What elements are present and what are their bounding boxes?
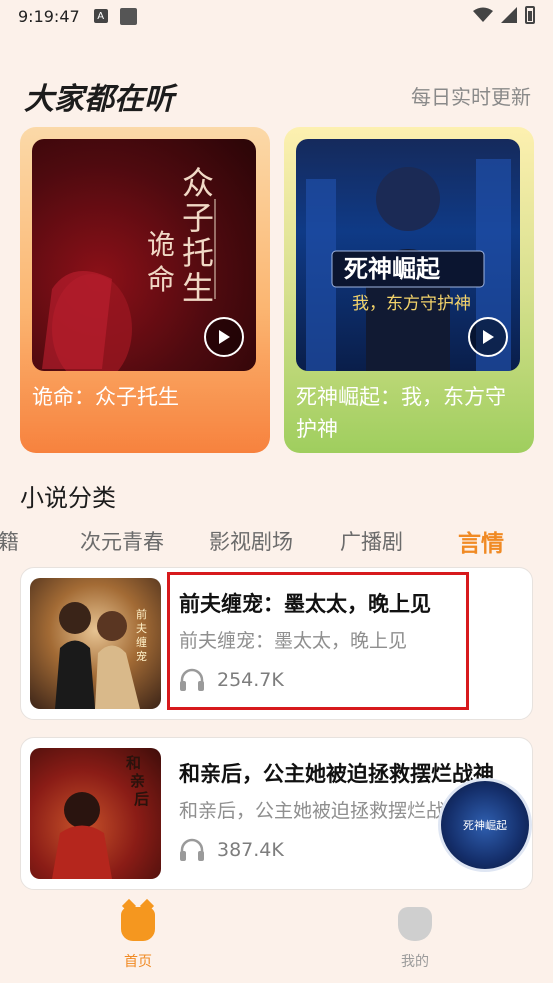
featured-cover-1: 诡 命 众 子 托 生 [32, 139, 256, 371]
status-bar: 9:19:47 A [0, 0, 553, 32]
svg-text:后: 后 [134, 790, 149, 808]
section-title-popular: 大家都在听 [24, 82, 174, 117]
svg-text:子: 子 [182, 199, 214, 237]
tab-yanqing[interactable]: 言情 [458, 524, 504, 558]
svg-text:前: 前 [136, 607, 147, 621]
category-tabs: 籍 次元青春 影视剧场 广播剧 言情 [0, 524, 553, 558]
book-plays-2: 387.4K [179, 838, 284, 862]
bottom-nav: 首页 我的 [0, 893, 553, 983]
nav-me-label: 我的 [401, 954, 429, 970]
play-button-2[interactable] [468, 317, 508, 357]
notification-icon: A [93, 9, 108, 23]
featured-cover-2: 死神崛起 我，东方守护神 [296, 139, 520, 371]
nav-home[interactable]: 首页 [98, 907, 178, 971]
featured-card-2[interactable]: 死神崛起 我，东方守护神 死神崛起：我，东方守护神 [284, 127, 534, 453]
tab-guangbo-ju[interactable]: 广播剧 [340, 526, 403, 556]
wifi-icon [473, 7, 493, 22]
floating-player-cover-text: 死神崛起 [463, 819, 507, 832]
nav-me[interactable]: 我的 [375, 907, 455, 971]
book-title-2: 和亲后，公主她被迫拯救摆烂战神 [179, 762, 494, 786]
play-icon [219, 330, 230, 344]
cover-art: 和 亲 后 [52, 754, 149, 879]
svg-text:命: 命 [147, 263, 175, 296]
featured-card-1[interactable]: 诡 命 众 子 托 生 诡命：众子托生 [20, 127, 270, 453]
svg-text:生: 生 [182, 269, 214, 307]
svg-text:托: 托 [182, 234, 214, 272]
svg-text:亲: 亲 [130, 772, 145, 790]
svg-text:诡: 诡 [147, 228, 175, 261]
battery-icon [525, 6, 535, 24]
featured-title-1: 诡命：众子托生 [32, 385, 179, 409]
svg-text:宠: 宠 [136, 649, 147, 663]
book-cover-1: 前 夫 缠 宠 [30, 578, 161, 709]
svg-text:我，东方守护神: 我，东方守护神 [352, 294, 471, 314]
profile-icon [398, 907, 432, 941]
svg-text:和: 和 [126, 754, 141, 772]
floating-player-disc[interactable]: 死神崛起 [438, 778, 532, 872]
svg-text:夫: 夫 [136, 622, 147, 635]
book-desc-2: 和亲后，公主她被迫拯救摆烂战神 [179, 800, 459, 822]
section-title-categories: 小说分类 [20, 484, 116, 512]
status-time: 9:19:47 [18, 6, 80, 26]
featured-title-2: 死神崛起：我，东方守护神 [296, 385, 506, 441]
cover-art: 前 夫 缠 宠 [55, 602, 147, 709]
tab-ciyuan-qingchun[interactable]: 次元青春 [80, 526, 164, 556]
svg-text:众: 众 [182, 164, 214, 202]
highlight-box [167, 572, 469, 710]
svg-text:死神崛起: 死神崛起 [344, 255, 441, 283]
svg-text:缠: 缠 [136, 635, 147, 649]
app-notification-icon [119, 7, 137, 25]
tab-category-partial[interactable]: 籍 [0, 526, 19, 556]
play-button-1[interactable] [204, 317, 244, 357]
tab-yingshi-juchang[interactable]: 影视剧场 [209, 526, 293, 556]
play-icon [483, 330, 494, 344]
section-subtitle-daily-update: 每日实时更新 [411, 85, 531, 109]
signal-icon [501, 7, 517, 23]
book-plays-count-2: 387.4K [217, 839, 284, 861]
book-cover-2: 和 亲 后 [30, 748, 161, 879]
nav-home-label: 首页 [124, 954, 152, 970]
cat-home-icon [121, 907, 155, 941]
headphones-icon [180, 838, 204, 861]
